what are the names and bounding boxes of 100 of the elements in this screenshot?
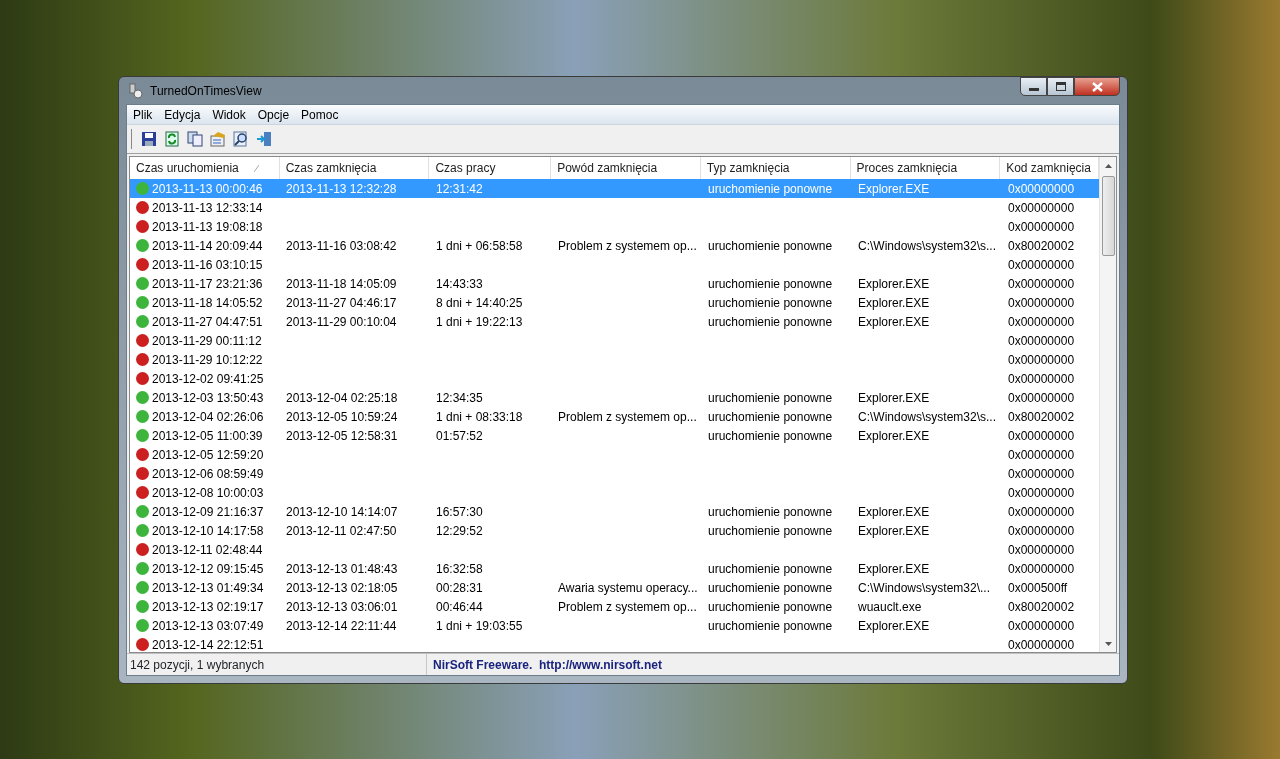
toolbar-button[interactable] (162, 129, 182, 149)
menu-item[interactable]: Plik (127, 105, 159, 124)
column-header[interactable]: Proces zamknięcia (850, 157, 1001, 179)
table-cell-text: Explorer.EXE (857, 618, 930, 633)
column-header[interactable]: Powód zamknięcia (551, 157, 701, 179)
table-cell-text: 2013-12-11 02:47:50 (285, 523, 397, 538)
table-row[interactable]: 2013-12-08 10:00:03 0x00000000 (130, 483, 1099, 502)
column-header[interactable]: Czas zamknięcia (279, 157, 430, 179)
table-cell-text: 2013-11-13 19:08:18 (152, 218, 263, 236)
column-header[interactable]: Kod zamknięcia (1000, 157, 1099, 179)
menu-item[interactable]: Widok (206, 105, 252, 124)
table-cell-text: Awaria systemu operacy... (557, 580, 698, 595)
table-cell-text: 2013-12-08 10:00:03 (152, 484, 264, 502)
table-cell-text: 2013-12-05 12:58:31 (285, 428, 398, 443)
close-button[interactable] (1074, 77, 1120, 96)
table-cell-text: 0x00000000 (1007, 637, 1075, 652)
menu-item[interactable]: Edycja (158, 105, 207, 124)
table-cell-text: 2013-11-16 03:08:42 (285, 238, 397, 253)
table-cell-text: 1 dni + 08:33:18 (435, 409, 523, 424)
table-row[interactable]: 2013-11-14 20:09:44 2013-11-16 03:08:42 1 dni + 06:58:58 Problem z systemem op... uruchomienie ponowne C:\Windows\system32\s... 0x80020002 (130, 236, 1099, 255)
toolbar-button[interactable] (139, 129, 159, 149)
table-cell-text: uruchomienie ponowne (707, 428, 833, 443)
table-cell-text: 2013-12-13 03:07:49 (152, 617, 264, 635)
table-row[interactable]: 2013-12-02 09:41:25 0x00000000 (130, 369, 1099, 388)
table-cell-text: 8 dni + 14:40:25 (435, 295, 523, 310)
table-cell-text: Explorer.EXE (857, 561, 930, 576)
table-cell-text: Explorer.EXE (857, 428, 930, 443)
table-cell-text: 2013-12-10 14:17:58 (152, 522, 264, 540)
table-row[interactable]: 2013-12-11 02:48:44 0x00000000 (130, 540, 1099, 559)
table-row[interactable]: 2013-11-17 23:21:36 2013-11-18 14:05:09 14:43:33 uruchomienie ponowne Explorer.EXE 0x00000000 (130, 274, 1099, 293)
table-row[interactable]: 2013-11-29 00:11:12 0x00000000 (130, 331, 1099, 350)
table-row[interactable]: 2013-12-06 08:59:49 0x00000000 (130, 464, 1099, 483)
scroll-down-icon[interactable] (1104, 641, 1112, 646)
table-cell-text: 2013-12-14 22:12:51 (152, 636, 264, 652)
table-row[interactable]: 2013-12-13 03:07:49 2013-12-14 22:11:44 1 dni + 19:03:55 uruchomienie ponowne Explorer.EXE 0x00000000 (130, 616, 1099, 635)
column-header[interactable]: Czas pracy (429, 157, 552, 179)
maximize-button[interactable] (1047, 77, 1074, 96)
scroll-thumb[interactable] (1101, 176, 1115, 256)
table-cell-text: 2013-11-13 00:00:46 (152, 180, 263, 198)
table-row[interactable]: 2013-12-13 02:19:17 2013-12-13 03:06:01 00:46:44 Problem z systemem op... uruchomienie ponowne wuauclt.exe 0x80020002 (130, 597, 1099, 616)
table-cell-text: uruchomienie ponowne (707, 504, 833, 519)
menu-item[interactable]: Pomoc (295, 105, 345, 124)
table-cell-text: 2013-11-17 23:21:36 (152, 275, 263, 293)
table-row[interactable]: 2013-12-13 01:49:34 2013-12-13 02:18:05 00:28:31 Awaria systemu operacy... uruchomienie ponowne C:\Windows\system32\... 0x000500ff (130, 578, 1099, 597)
table-cell-text: 0x00000000 (1007, 466, 1075, 481)
scrollbar[interactable] (1099, 157, 1116, 652)
table-cell-text: uruchomienie ponowne (707, 390, 833, 405)
table-cell-text: 0x00000000 (1007, 561, 1075, 576)
table-cell-text: 0x00000000 (1007, 352, 1075, 367)
toolbar-button[interactable] (185, 129, 205, 149)
table-cell-text: uruchomienie ponowne (707, 314, 833, 329)
table-cell-text: 0x00000000 (1007, 257, 1075, 272)
menu-item[interactable]: Opcje (251, 105, 296, 124)
scroll-up-icon[interactable] (1104, 163, 1112, 168)
table-cell-text: 2013-11-29 00:11:12 (152, 332, 262, 350)
table-cell-text: 0x00000000 (1007, 542, 1075, 557)
table-cell-text: uruchomienie ponowne (707, 181, 833, 196)
column-header[interactable]: Czas uruchomienia (130, 157, 280, 179)
table-cell-text: 0x00000000 (1007, 181, 1075, 196)
search-icon (233, 131, 249, 147)
table-cell-text: 1 dni + 19:22:13 (435, 314, 523, 329)
table-row[interactable]: 2013-12-04 02:26:06 2013-12-05 10:59:24 1 dni + 08:33:18 Problem z systemem op... uruchomienie ponowne C:\Windows\system32\s... 0x80020002 (130, 407, 1099, 426)
table-cell-text: 2013-11-13 12:33:14 (152, 199, 263, 217)
column-header[interactable]: Typ zamknięcia (700, 157, 851, 179)
table-cell-text: 2013-12-13 03:06:01 (285, 599, 398, 614)
copy-icon (187, 131, 203, 147)
table-row[interactable]: 2013-12-09 21:16:37 2013-12-10 14:14:07 16:57:30 uruchomienie ponowne Explorer.EXE 0x00000000 (130, 502, 1099, 521)
table-cell-text: 0x00000000 (1007, 618, 1075, 633)
table-cell-text: 2013-11-27 04:46:17 (285, 295, 397, 310)
table-row[interactable]: 2013-11-27 04:47:51 2013-11-29 00:10:04 1 dni + 19:22:13 uruchomienie ponowne Explorer.EXE 0x00000000 (130, 312, 1099, 331)
table-row[interactable]: 2013-12-12 09:15:45 2013-12-13 01:48:43 16:32:58 uruchomienie ponowne Explorer.EXE 0x00000000 (130, 559, 1099, 578)
table-cell-text: 1 dni + 06:58:58 (435, 238, 523, 253)
table-row[interactable]: 2013-12-03 13:50:43 2013-12-04 02:25:18 12:34:35 uruchomienie ponowne Explorer.EXE 0x00000000 (130, 388, 1099, 407)
table-cell-text: Explorer.EXE (857, 523, 930, 538)
table-row[interactable]: 2013-11-13 19:08:18 0x00000000 (130, 217, 1099, 236)
table-cell-text: 0x00000000 (1007, 219, 1075, 234)
table-cell-text: 14:43:33 (435, 276, 483, 291)
table-row[interactable]: 2013-11-13 12:33:14 0x00000000 (130, 198, 1099, 217)
table-row[interactable]: 2013-11-16 03:10:15 0x00000000 (130, 255, 1099, 274)
table-cell-text: Explorer.EXE (857, 504, 930, 519)
table-cell-text: 0x00000000 (1007, 447, 1075, 462)
credit-text: NirSoft Freeware. http://www.nirsoft.net (432, 656, 662, 674)
table-cell-text: 2013-12-14 22:11:44 (285, 618, 397, 633)
table-row[interactable]: 2013-11-18 14:05:52 2013-11-27 04:46:17 8 dni + 14:40:25 uruchomienie ponowne Explorer.EXE 0x00000000 (130, 293, 1099, 312)
table-row[interactable]: 2013-12-05 12:59:20 0x00000000 (130, 445, 1099, 464)
table-row[interactable]: 2013-12-14 22:12:51 0x00000000 (130, 635, 1099, 652)
close-icon (1091, 81, 1103, 92)
table-cell-text: 00:28:31 (435, 580, 483, 595)
minimize-button[interactable] (1020, 77, 1047, 96)
table-cell-text: 0x00000000 (1007, 504, 1075, 519)
table-cell-text: 0x00000000 (1007, 523, 1075, 538)
table-cell-text: 2013-11-13 12:32:28 (285, 181, 397, 196)
table-cell-text: 0x80020002 (1007, 409, 1075, 424)
table-row[interactable]: 2013-12-05 11:00:39 2013-12-05 12:58:31 01:57:52 uruchomienie ponowne Explorer.EXE 0x00000000 (130, 426, 1099, 445)
table-cell-text: uruchomienie ponowne (707, 276, 833, 291)
table-cell-text: uruchomienie ponowne (707, 295, 833, 310)
table-cell-text: 1 dni + 19:03:55 (435, 618, 523, 633)
table-row[interactable]: 2013-12-10 14:17:58 2013-12-11 02:47:50 12:29:52 uruchomienie ponowne Explorer.EXE 0x00000000 (130, 521, 1099, 540)
table-row[interactable]: 2013-11-29 10:12:22 0x00000000 (130, 350, 1099, 369)
table-cell-text: 2013-12-13 02:19:17 (152, 598, 264, 616)
